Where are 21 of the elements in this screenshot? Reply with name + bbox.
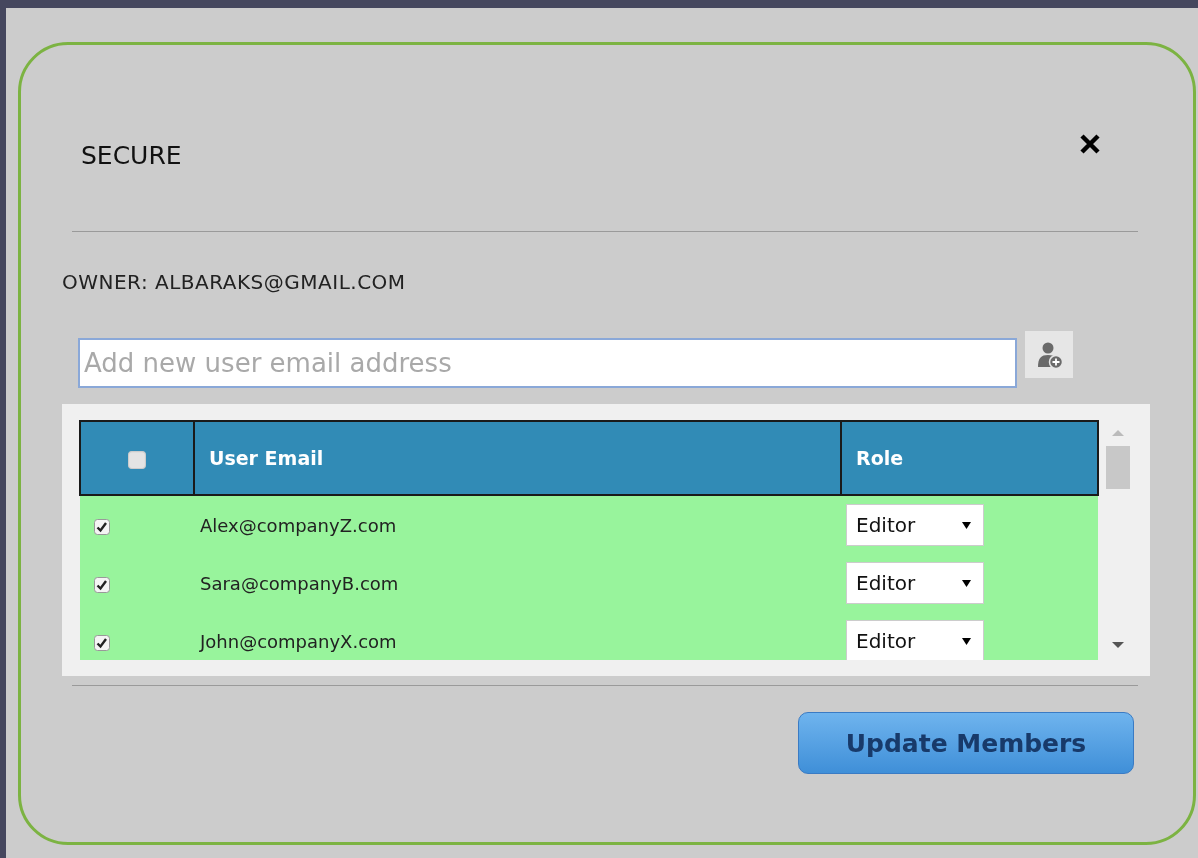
caret-icon	[962, 578, 971, 588]
role-dropdown[interactable]: Editor	[846, 504, 984, 546]
column-header: Role	[841, 421, 1098, 495]
checkbox[interactable]	[94, 576, 110, 593]
close-icon[interactable]	[1079, 133, 1101, 155]
table-cell: Sara@companyB.com	[194, 554, 841, 612]
checkbox[interactable]	[128, 450, 146, 469]
table-cell: Alex@companyZ.com	[194, 495, 841, 554]
update-members-button[interactable]: Update Members	[798, 712, 1134, 774]
checkbox[interactable]	[94, 634, 110, 651]
caret-icon	[962, 520, 971, 530]
role-dropdown[interactable]: Editor	[846, 620, 984, 660]
email-input-field[interactable]: Add new user email address	[78, 338, 1017, 388]
table-cell: John@companyX.com	[194, 612, 841, 660]
add-user-icon[interactable]	[1025, 331, 1073, 378]
owner-label: OWNER: ALBARAKS@GMAIL.COM	[62, 269, 407, 296]
checkbox[interactable]	[94, 518, 110, 535]
dialog-title: SECURE	[81, 140, 182, 172]
role-dropdown[interactable]: Editor	[846, 562, 984, 604]
column-header: User Email	[194, 421, 841, 495]
caret-icon	[962, 636, 971, 646]
